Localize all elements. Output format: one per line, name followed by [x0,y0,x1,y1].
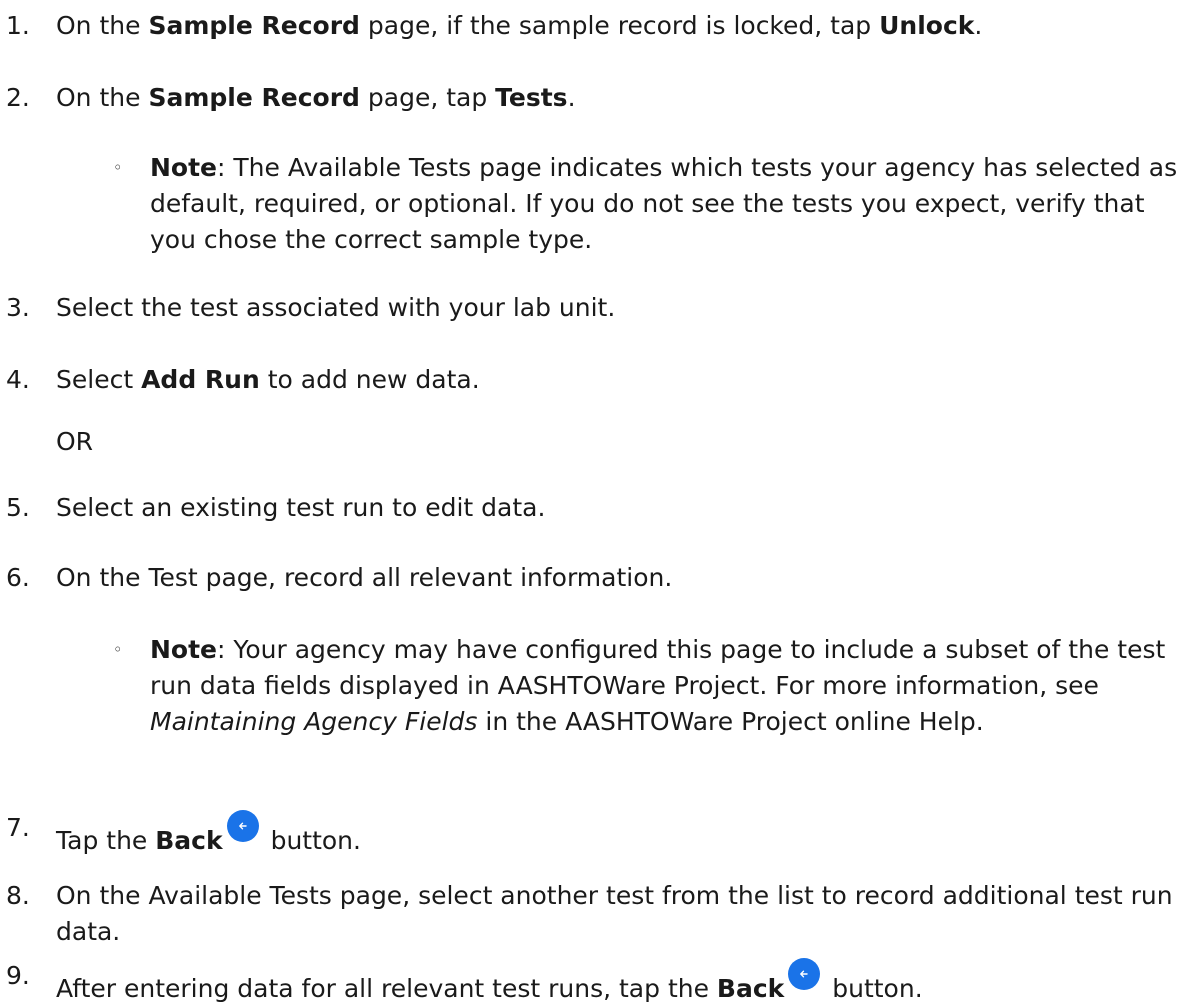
step-number: 2. [6,83,30,112]
ui-term: Add Run [141,365,260,394]
step-number: 8. [6,881,30,910]
step-8: 8. On the Available Tests page, select a… [0,878,1195,950]
step-7: 7. Tap the Back button. [0,810,1195,859]
help-topic-reference: Maintaining Agency Fields [150,707,478,736]
step-1: 1. On the Sample Record page, if the sam… [0,8,1195,44]
note-1: ◦ Note: The Available Tests page indicat… [0,150,1195,258]
bullet-icon: ◦ [113,640,123,659]
bullet-icon: ◦ [113,158,123,177]
ui-term: Sample Record [148,83,360,112]
step-5: 5. Select an existing test run to edit d… [0,490,1195,526]
step-number: 7. [6,813,30,842]
step-number: 9. [6,961,30,990]
ui-term: Back [716,974,785,1003]
or-separator: OR [56,427,94,456]
step-number: 4. [6,365,30,394]
note-label: Note [150,153,218,182]
note-2: ◦ Note: Your agency may have configured … [0,632,1195,740]
step-number: 3. [6,293,30,322]
note-label: Note [150,635,218,664]
step-9: 9. After entering data for all relevant … [0,958,1195,1007]
step-number: 5. [6,493,30,522]
ui-term: Unlock [879,11,975,40]
ui-term: Sample Record [148,11,360,40]
ui-term: Tests [495,83,568,112]
step-3: 3. Select the test associated with your … [0,290,1195,326]
back-arrow-icon [788,958,821,990]
step-2: 2. On the Sample Record page, tap Tests. [0,80,1195,116]
step-number: 1. [6,11,30,40]
step-6: 6. On the Test page, record all relevant… [0,560,1195,596]
step-number: 6. [6,563,30,592]
ui-term: Back [155,826,223,855]
back-arrow-icon [226,810,259,842]
step-4: 4. Select Add Run to add new data. [0,362,1195,398]
